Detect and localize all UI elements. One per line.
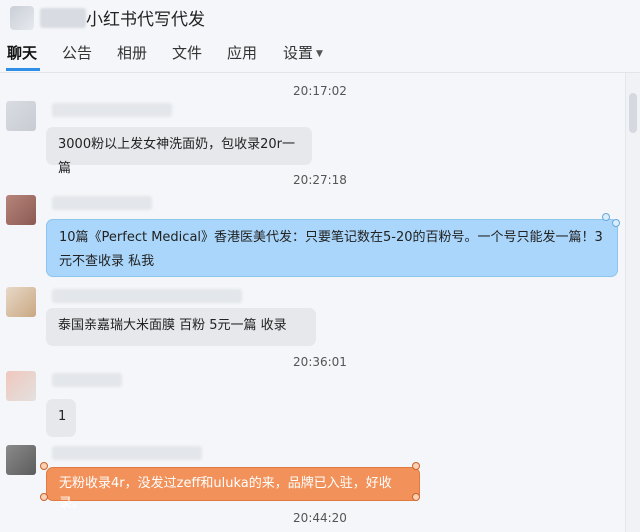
blurred-group-prefix <box>40 8 86 28</box>
sender-name <box>52 103 172 117</box>
message-bubble[interactable]: 泰国亲嘉瑞大米面膜 百粉 5元一篇 收录 <box>46 308 316 346</box>
message-bubble[interactable]: 3000粉以上发女神洗面奶，包收录20r一篇 <box>46 127 312 176</box>
timestamp: 20:36:01 <box>293 355 347 369</box>
bubble-corner-decoration <box>412 462 420 470</box>
group-avatar[interactable] <box>10 6 34 30</box>
chat-header: 小红书代写代发 聊天 公告 相册 文件 应用 设置 ▼ <box>0 0 640 73</box>
message-line: 10篇《Perfect Medical》香港医美代发：只要笔记数在5-20的百粉… <box>59 230 603 245</box>
tab-bar: 聊天 公告 相册 文件 应用 设置 ▼ <box>0 42 640 71</box>
scroll-thumb[interactable] <box>629 93 637 133</box>
tab-files[interactable]: 文件 <box>172 42 202 63</box>
avatar[interactable] <box>6 371 36 401</box>
bubble-corner-decoration <box>412 493 420 501</box>
bubble-corner-decoration <box>40 493 48 501</box>
timestamp: 20:44:20 <box>293 511 347 525</box>
tab-settings-label: 设置 <box>283 44 314 62</box>
sender-name <box>52 373 122 387</box>
avatar[interactable] <box>6 445 36 475</box>
tab-announcements[interactable]: 公告 <box>62 42 92 63</box>
tab-settings[interactable]: 设置 ▼ <box>283 42 323 63</box>
avatar[interactable] <box>6 195 36 225</box>
message-line: 元不查收录 私我 <box>59 254 155 269</box>
sender-name <box>52 446 202 460</box>
tab-chat[interactable]: 聊天 <box>7 42 37 63</box>
avatar[interactable] <box>6 287 36 317</box>
message-bubble[interactable]: 1 <box>46 399 76 437</box>
message-list[interactable]: 20:17:02 3000粉以上发女神洗面奶，包收录20r一篇 20:27:18… <box>0 73 626 532</box>
chevron-down-icon: ▼ <box>316 48 323 59</box>
bubble-corner-decoration <box>602 213 610 221</box>
sender-name <box>52 289 242 303</box>
avatar[interactable] <box>6 101 36 131</box>
bubble-corner-decoration <box>40 462 48 470</box>
message-bubble[interactable]: 无粉收录4r，没发过zeff和uluka的来，品牌已入驻，好收录。 <box>46 467 420 511</box>
tab-album[interactable]: 相册 <box>117 42 147 63</box>
scrollbar[interactable] <box>625 73 640 532</box>
timestamp: 20:27:18 <box>293 173 347 187</box>
timestamp: 20:17:02 <box>293 84 347 98</box>
bubble-corner-decoration <box>612 219 620 227</box>
message-bubble[interactable]: 10篇《Perfect Medical》香港医美代发：只要笔记数在5-20的百粉… <box>46 219 618 277</box>
active-tab-indicator <box>6 68 40 71</box>
tab-apps[interactable]: 应用 <box>227 42 257 63</box>
sender-name <box>52 196 152 210</box>
group-title: 小红书代写代发 <box>86 10 205 30</box>
